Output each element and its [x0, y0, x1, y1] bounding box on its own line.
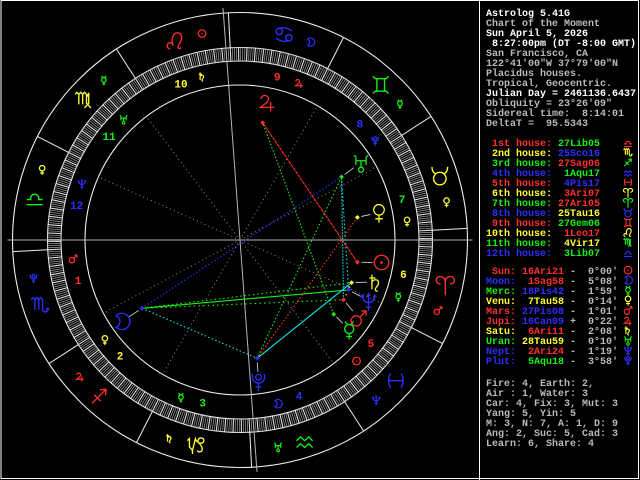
- svg-text:4: 4: [296, 392, 303, 404]
- svg-text:8: 8: [357, 119, 364, 131]
- svg-text:6: 6: [400, 270, 407, 282]
- svg-text:2: 2: [117, 352, 124, 364]
- svg-text:Plut: 5Aqu18-3°58': Plut: 5Aqu18-3°58': [486, 356, 618, 368]
- svg-text:12: 12: [70, 201, 83, 213]
- svg-text:10: 10: [174, 79, 187, 91]
- svg-text:12th house: 3Lib07: 12th house: 3Lib07: [486, 248, 600, 260]
- svg-text:5: 5: [368, 339, 375, 351]
- svg-text:11: 11: [102, 132, 116, 144]
- svg-text:1: 1: [75, 276, 82, 288]
- svg-text:9: 9: [274, 73, 281, 85]
- svg-text:7: 7: [399, 195, 406, 207]
- svg-text:DeltaT = 95.5343: DeltaT = 95.5343: [486, 118, 588, 130]
- svg-text:3: 3: [199, 398, 206, 410]
- svg-text:Learn: 6, Share: 4: Learn: 6, Share: 4: [486, 438, 594, 450]
